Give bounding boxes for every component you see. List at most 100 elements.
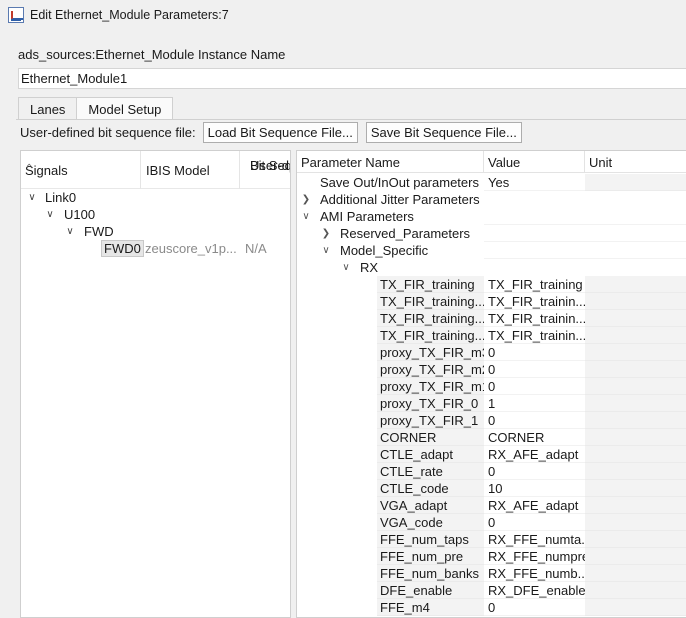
param-unit[interactable] (585, 497, 686, 514)
column-header-parameter-name[interactable]: Parameter Name (297, 151, 484, 173)
param-value[interactable]: 0 (484, 463, 585, 480)
chevron-down-icon[interactable]: ∨ (44, 209, 56, 220)
param-value[interactable]: 0 (484, 599, 585, 616)
param-value[interactable]: RX_AFE_adapt (484, 497, 585, 514)
param-row[interactable]: proxy_TX_FIR_0 1 (297, 395, 686, 412)
ibis-model-value[interactable]: zeuscore_v1p... (145, 240, 237, 257)
param-unit[interactable] (585, 548, 686, 565)
param-value[interactable]: RX_FFE_numb... (484, 565, 585, 582)
chevron-right-icon[interactable]: ❯ (320, 225, 332, 242)
param-row[interactable]: TX_FIR_training TX_FIR_training (297, 276, 686, 293)
tab-model-setup[interactable]: Model Setup (76, 97, 174, 120)
param-row[interactable]: FFE_m4 0 (297, 599, 686, 616)
param-unit[interactable] (585, 463, 686, 480)
param-value[interactable]: 0 (484, 378, 585, 395)
param-unit[interactable] (585, 361, 686, 378)
param-value[interactable]: 0 (484, 412, 585, 429)
param-row[interactable]: TX_FIR_training... TX_FIR_trainin... (297, 293, 686, 310)
param-group-additional-jitter[interactable]: ❯ Additional Jitter Parameters (297, 191, 686, 208)
param-row[interactable]: TX_FIR_training... TX_FIR_trainin... (297, 310, 686, 327)
param-unit[interactable] (585, 293, 686, 310)
param-unit[interactable] (585, 225, 686, 242)
param-unit[interactable] (585, 378, 686, 395)
chevron-down-icon[interactable]: ∨ (340, 259, 352, 276)
load-bit-sequence-button[interactable]: Load Bit Sequence File... (202, 121, 358, 143)
param-value[interactable]: RX_DFE_enable (484, 582, 585, 599)
param-unit[interactable] (585, 276, 686, 293)
param-row[interactable]: proxy_TX_FIR_1 0 (297, 412, 686, 429)
param-value[interactable]: 0 (484, 514, 585, 531)
param-value[interactable]: 1 (484, 395, 585, 412)
param-value[interactable]: Yes (484, 174, 585, 191)
param-value[interactable]: 10 (484, 480, 585, 497)
param-row[interactable]: CTLE_adapt RX_AFE_adapt (297, 446, 686, 463)
tree-item-u100[interactable]: ∨ U100 (44, 206, 95, 223)
tab-lanes[interactable]: Lanes (18, 97, 78, 120)
param-unit[interactable] (585, 429, 686, 446)
param-unit[interactable] (585, 531, 686, 548)
signals-tree-table[interactable]: ⌃ Signals IBIS Model User-deBit Sequ ∨ L… (20, 150, 291, 618)
param-row[interactable]: FFE_num_pre RX_FFE_numpre (297, 548, 686, 565)
tree-item-fwd[interactable]: ∨ FWD (64, 223, 113, 240)
param-row-save-out-inout[interactable]: Save Out/InOut parameters Yes (297, 174, 686, 191)
param-unit[interactable] (585, 565, 686, 582)
param-row[interactable]: proxy_TX_FIR_m1 0 (297, 378, 686, 395)
tree-item-fwd0[interactable]: FWD0 (101, 240, 144, 257)
param-unit[interactable] (585, 174, 686, 191)
param-value[interactable] (484, 225, 585, 242)
param-value[interactable]: CORNER (484, 429, 585, 446)
param-row[interactable]: TX_FIR_training... TX_FIR_trainin... (297, 327, 686, 344)
param-group-ami-parameters[interactable]: ∨ AMI Parameters (297, 208, 686, 225)
param-unit[interactable] (585, 344, 686, 361)
param-value[interactable] (484, 242, 585, 259)
column-header-user-defined-bit-sequence[interactable]: User-deBit Sequ (240, 151, 290, 189)
param-group-model-specific[interactable]: ∨ Model_Specific (297, 242, 686, 259)
param-unit[interactable] (585, 582, 686, 599)
chevron-right-icon[interactable]: ❯ (300, 191, 312, 208)
instance-name-input[interactable]: Ethernet_Module1 (18, 68, 686, 89)
column-header-value[interactable]: Value (484, 151, 585, 173)
param-unit[interactable] (585, 208, 686, 225)
param-row[interactable]: CTLE_code 10 (297, 480, 686, 497)
param-row[interactable]: proxy_TX_FIR_m2 0 (297, 361, 686, 378)
param-value[interactable]: TX_FIR_trainin... (484, 293, 585, 310)
param-row[interactable]: DFE_enable RX_DFE_enable (297, 582, 686, 599)
param-row[interactable]: CTLE_rate 0 (297, 463, 686, 480)
param-unit[interactable] (585, 310, 686, 327)
param-value[interactable]: TX_FIR_trainin... (484, 310, 585, 327)
chevron-down-icon[interactable]: ∨ (26, 192, 38, 203)
param-row[interactable]: FFE_num_taps RX_FFE_numta... (297, 531, 686, 548)
param-unit[interactable] (585, 514, 686, 531)
parameter-tree-table[interactable]: Parameter Name Value Unit Save Out/InOut… (296, 150, 686, 618)
param-unit[interactable] (585, 599, 686, 616)
param-row[interactable]: VGA_code 0 (297, 514, 686, 531)
chevron-down-icon[interactable]: ∨ (320, 242, 332, 259)
param-unit[interactable] (585, 242, 686, 259)
user-defined-value[interactable]: N/A (245, 240, 267, 257)
param-value[interactable]: RX_FFE_numpre (484, 548, 585, 565)
param-value[interactable]: RX_AFE_adapt (484, 446, 585, 463)
param-value[interactable]: TX_FIR_trainin... (484, 327, 585, 344)
param-row[interactable]: FFE_num_banks RX_FFE_numb... (297, 565, 686, 582)
param-row[interactable]: VGA_adapt RX_AFE_adapt (297, 497, 686, 514)
param-unit[interactable] (585, 446, 686, 463)
param-value[interactable]: TX_FIR_training (484, 276, 585, 293)
column-header-unit[interactable]: Unit (585, 151, 686, 173)
param-row[interactable]: CORNER CORNER (297, 429, 686, 446)
save-bit-sequence-button[interactable]: Save Bit Sequence File... (365, 121, 522, 143)
chevron-down-icon[interactable]: ∨ (300, 208, 312, 225)
param-unit[interactable] (585, 327, 686, 344)
param-group-rx[interactable]: ∨ RX (297, 259, 686, 276)
param-unit[interactable] (585, 395, 686, 412)
param-row[interactable]: proxy_TX_FIR_m3 0 (297, 344, 686, 361)
param-value[interactable]: 0 (484, 344, 585, 361)
param-value[interactable] (484, 208, 585, 225)
column-header-signals[interactable]: ⌃ Signals (21, 151, 141, 189)
param-value[interactable]: 0 (484, 361, 585, 378)
param-unit[interactable] (585, 412, 686, 429)
param-value[interactable]: RX_FFE_numta... (484, 531, 585, 548)
chevron-down-icon[interactable]: ∨ (64, 226, 76, 237)
column-header-ibis-model[interactable]: IBIS Model (141, 151, 240, 189)
param-unit[interactable] (585, 480, 686, 497)
tree-item-link0[interactable]: ∨ Link0 (26, 189, 76, 206)
